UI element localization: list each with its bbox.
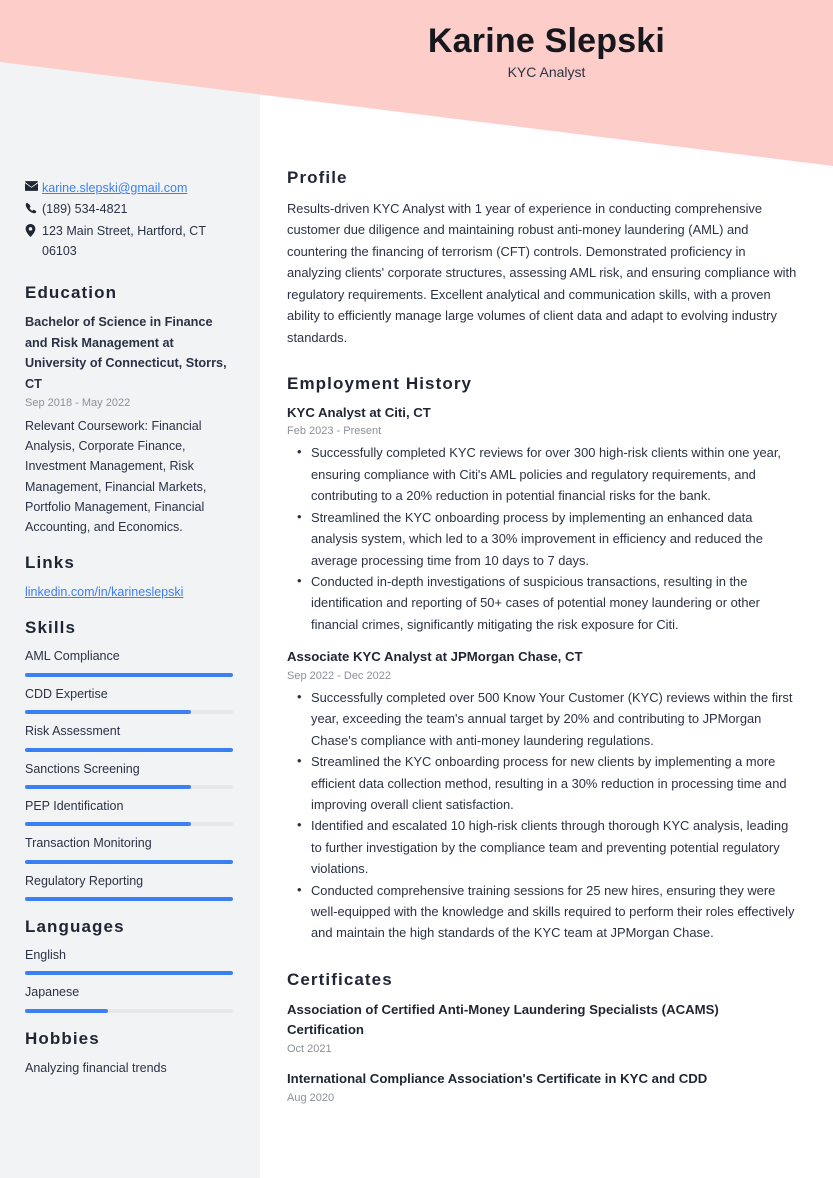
skill-label: Risk Assessment [25,724,121,739]
linkedin-link[interactable]: linkedin.com/in/karineslepski [25,585,183,599]
certificate-entry: International Compliance Association's C… [287,1069,798,1107]
language-item: English [25,946,233,976]
sidebar: karine.slepski@gmail.com (189) 534-4821 … [0,0,260,1178]
employment-bullet: Conducted comprehensive training session… [287,879,798,944]
skill-level-fill [25,747,233,752]
employment-bullet: Streamlined the KYC onboarding process b… [287,506,798,571]
language-level-track [25,971,233,976]
resume-page: Karine Slepski KYC Analyst karine.slepsk… [0,0,833,1178]
link-item[interactable]: linkedin.com/in/karineslepski [25,582,233,602]
language-level-fill [25,971,233,976]
skill-item: Regulatory Reporting [25,872,233,902]
contact-email-text[interactable]: karine.slepski@gmail.com [42,178,233,198]
contact-email[interactable]: karine.slepski@gmail.com [25,178,233,198]
employment-bullet: Conducted in-depth investigations of sus… [287,570,798,635]
employment-bullets: Successfully completed KYC reviews for o… [287,441,798,635]
contact-phone-text: (189) 534-4821 [42,202,128,217]
skill-item: AML Compliance [25,647,233,677]
skill-level-track [25,897,233,902]
skill-level-track [25,859,233,864]
employment-bullets: Successfully completed over 500 Know You… [287,686,798,944]
profile-section: Profile Results-driven KYC Analyst with … [287,168,798,348]
education-description: Relevant Coursework: Financial Analysis,… [25,418,207,535]
language-label: English [25,948,66,963]
employment-section: Employment History KYC Analyst at Citi, … [287,374,798,944]
envelope-icon [25,178,42,191]
links-heading: Links [25,553,75,573]
language-item: Japanese [25,983,233,1013]
hobbies-section: Hobbies Analyzing financial trends [25,1029,233,1078]
skill-label: Regulatory Reporting [25,873,144,888]
skill-item: Sanctions Screening [25,760,233,789]
hobbies-heading: Hobbies [25,1028,100,1048]
employment-entry: KYC Analyst at Citi, CT Feb 2023 - Prese… [287,404,798,635]
skill-label: AML Compliance [25,649,120,664]
skills-heading: Skills [25,618,77,638]
hobby-item: Analyzing financial trends [25,1060,167,1075]
skill-level-track [25,710,233,715]
contact-address-text: 123 Main Street, Hartford, CT 06103 [42,223,206,258]
skill-level-track [25,822,233,827]
main-content: Profile Results-driven KYC Analyst with … [260,0,833,1133]
skill-label: Sanctions Screening [25,761,140,776]
employment-title: Associate KYC Analyst at JPMorgan Chase,… [287,649,583,665]
skill-item: Risk Assessment [25,722,233,752]
languages-list: English Japanese [25,946,233,1013]
certificate-title: Association of Certified Anti-Money Laun… [287,1001,719,1037]
links-section: Links linkedin.com/in/karineslepski [25,553,233,602]
skill-level-track [25,672,233,677]
contact-list: karine.slepski@gmail.com (189) 534-4821 … [25,178,233,261]
skill-item: Transaction Monitoring [25,834,233,864]
profile-text: Results-driven KYC Analyst with 1 year o… [287,201,797,345]
employment-title: KYC Analyst at Citi, CT [287,404,431,420]
profile-heading: Profile [287,168,348,187]
skills-section: Skills AML Compliance CDD Expertise Risk… [25,618,233,902]
education-heading: Education [25,283,118,302]
language-label: Japanese [25,985,80,1000]
skills-list: AML Compliance CDD Expertise Risk Assess… [25,647,233,902]
certificate-date: Aug 2020 [287,1092,335,1105]
education-degree: Bachelor of Science in Finance and Risk … [25,315,227,391]
skill-label: Transaction Monitoring [25,836,152,851]
employment-bullet: Streamlined the KYC onboarding process f… [287,750,798,815]
certificate-date: Oct 2021 [287,1043,332,1055]
education-section: Education Bachelor of Science in Finance… [25,283,233,537]
skill-level-track [25,747,233,752]
employment-entry: Associate KYC Analyst at JPMorgan Chase,… [287,648,798,944]
certificate-title: International Compliance Association's C… [287,1071,708,1087]
skill-item: CDD Expertise [25,685,233,715]
skill-item: PEP Identification [25,797,233,827]
employment-bullet: Identified and escalated 10 high-risk cl… [287,814,798,879]
certificate-entry: Association of Certified Anti-Money Laun… [287,1000,798,1058]
languages-section: Languages English Japanese [25,917,233,1013]
employment-heading: Employment History [287,373,473,393]
skill-level-fill [25,672,233,677]
location-pin-icon [25,221,42,237]
contact-address: 123 Main Street, Hartford, CT 06103 [25,221,233,262]
employment-bullet: Successfully completed KYC reviews for o… [287,441,798,506]
education-date: Sep 2018 - May 2022 [25,397,131,410]
skill-level-track [25,784,233,789]
languages-heading: Languages [25,917,125,937]
language-level-track [25,1008,233,1013]
skill-label: CDD Expertise [25,686,108,701]
skill-level-fill [25,859,233,864]
skill-level-fill [25,897,233,902]
phone-icon [25,199,42,214]
contact-phone: (189) 534-4821 [25,199,233,219]
certificates-heading: Certificates [287,969,393,989]
employment-date: Sep 2022 - Dec 2022 [287,669,391,682]
employment-bullet: Successfully completed over 500 Know You… [287,686,798,751]
skill-level-fill [25,822,192,827]
employment-date: Feb 2023 - Present [287,425,382,438]
skill-level-fill [25,784,192,789]
email-link[interactable]: karine.slepski@gmail.com [42,181,187,195]
skill-level-fill [25,710,192,715]
language-level-fill [25,1008,109,1013]
skill-label: PEP Identification [25,798,124,813]
certificates-section: Certificates Association of Certified An… [287,970,798,1107]
